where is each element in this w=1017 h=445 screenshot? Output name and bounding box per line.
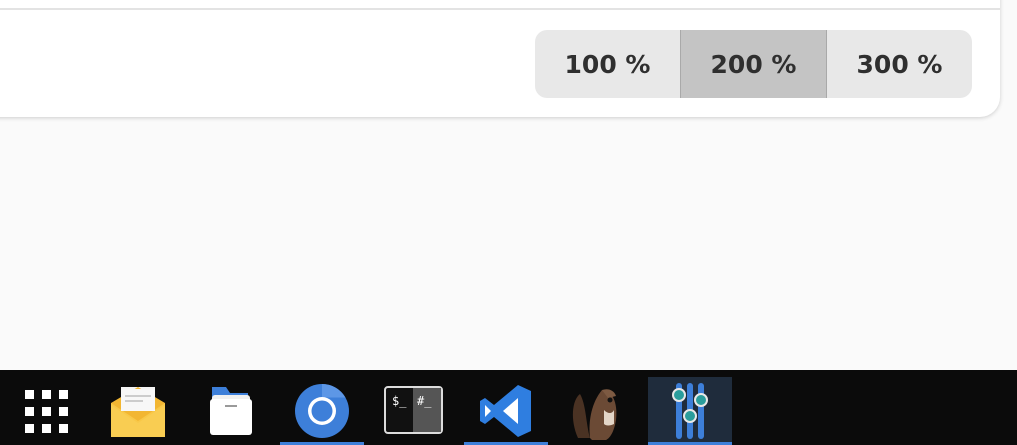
mail-icon	[111, 387, 165, 437]
chromium-button[interactable]	[280, 377, 364, 445]
zoom-200-button[interactable]: 200 %	[680, 30, 827, 98]
settings-panel: 100 % 200 % 300 %	[0, 0, 1000, 117]
taskbar: $_ #_	[0, 370, 1017, 445]
terminal-button[interactable]: $_ #_	[372, 377, 456, 445]
beaver-app-button[interactable]	[556, 377, 640, 445]
terminal-root-glyph: #_	[417, 394, 432, 408]
vscode-icon	[480, 385, 531, 437]
chromium-icon	[295, 384, 349, 438]
settings-button[interactable]	[648, 377, 732, 445]
app-grid-button[interactable]	[4, 377, 88, 445]
beaver-icon	[572, 389, 617, 440]
panel-divider	[0, 8, 1000, 10]
mail-button[interactable]	[96, 377, 180, 445]
terminal-icon: $_ #_	[384, 386, 443, 434]
app-grid-icon	[24, 389, 68, 433]
settings-sliders-icon	[672, 383, 708, 439]
zoom-100-button[interactable]: 100 %	[535, 30, 680, 98]
vscode-button[interactable]	[464, 377, 548, 445]
zoom-segmented-control: 100 % 200 % 300 %	[535, 30, 972, 98]
zoom-300-button[interactable]: 300 %	[827, 30, 972, 98]
files-button[interactable]	[188, 377, 272, 445]
terminal-user-glyph: $_	[392, 394, 407, 408]
files-icon	[210, 387, 252, 435]
